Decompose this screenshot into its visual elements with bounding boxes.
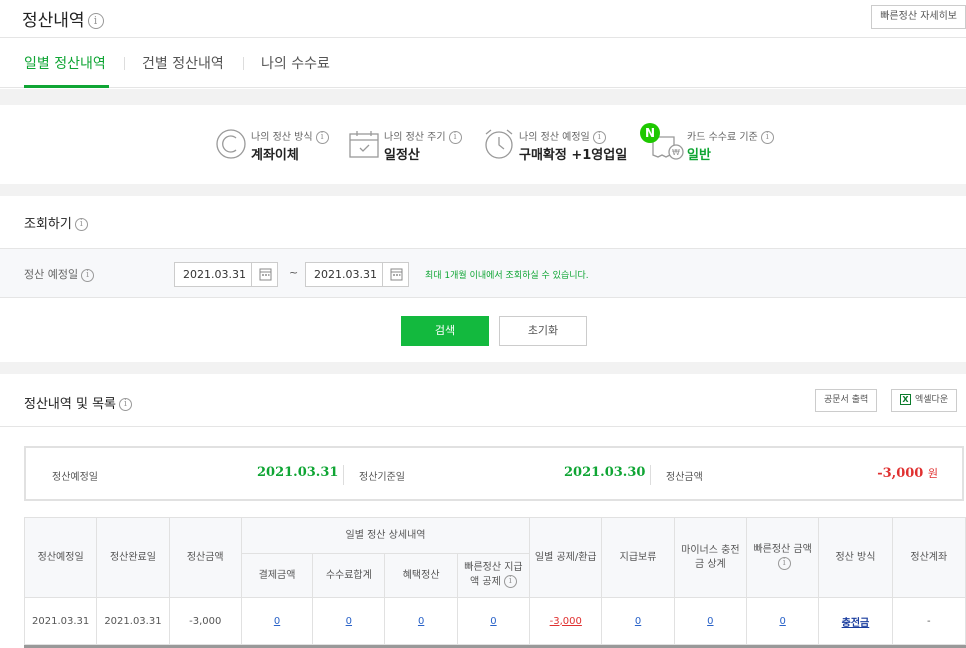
col-method: 정산 방식 [818, 517, 893, 598]
search-section-title: 조회하기 i [24, 213, 88, 232]
tab-bar: 일별 정산내역 건별 정산내역 나의 수수료 [0, 38, 966, 88]
info-icon[interactable]: i [777, 557, 791, 571]
tab-divider [243, 57, 244, 70]
cell-hold-link[interactable]: 0 [635, 616, 641, 627]
base-date-value: 2021.03.30 [564, 465, 646, 480]
col-daily-deduct: 일별 공제/환급 [529, 517, 603, 598]
settlement-table: 정산예정일 정산완료일 정산금액 일별 정산 상세내역 일별 공제/환급 지급보… [23, 517, 966, 645]
cell-account: - [891, 597, 966, 645]
cell-method-link[interactable]: 충전금 [842, 618, 870, 629]
calendar-icon [259, 268, 272, 281]
base-date-label: 정산기준일 [359, 472, 405, 483]
excel-download-button[interactable]: X 엑셀다운 [891, 389, 958, 412]
date-filter-label: 정산 예정일 i [24, 266, 95, 282]
active-tab-indicator [24, 85, 109, 88]
new-badge: N [640, 123, 660, 143]
start-date-calendar-button[interactable] [251, 263, 277, 286]
total-amount: -3,000 원 [877, 466, 938, 481]
c-circle-icon [216, 129, 246, 159]
divider [0, 426, 966, 427]
date-filter-row: 정산 예정일 i 2021.03.31 ~ 2021.03.31 최대 1개월 이… [0, 248, 966, 298]
col-completed-date: 정산완료일 [96, 517, 170, 598]
scheduled-date-label: 정산예정일 [52, 472, 98, 483]
start-date-value: 2021.03.31 [183, 268, 246, 281]
settlement-schedule-label: 나의 정산 예정일 i [519, 128, 606, 144]
cell-quick-amount-link[interactable]: 0 [779, 616, 785, 627]
tab-my-fees[interactable]: 나의 수수료 [261, 53, 330, 73]
cell-quick-deduct-link[interactable]: 0 [490, 616, 496, 627]
excel-icon: X [900, 394, 911, 405]
clock-icon [485, 129, 513, 159]
cell-daily-deduct-link[interactable]: -3,000 [550, 616, 582, 627]
calendar-icon [349, 131, 379, 158]
page-header: 정산내역 i 빠른정산 자세히보 [0, 0, 966, 38]
cell-amount: -3,000 [168, 597, 242, 645]
info-icon[interactable]: i [503, 575, 517, 589]
amount-label: 정산금액 [666, 472, 703, 483]
col-amount: 정산금액 [168, 517, 242, 598]
svg-text:₩: ₩ [672, 148, 680, 157]
settlement-summary: 나의 정산 방식 i 계좌이체 나의 정산 주기 i 일정산 나의 정산 예정일 i … [0, 105, 966, 185]
col-quick-amount: 빠른정산 금액 i [745, 517, 820, 598]
quick-settlement-guide-button[interactable]: 빠른정산 자세히보 [871, 5, 966, 29]
divider [343, 465, 344, 485]
settlement-cycle-label: 나의 정산 주기 i [384, 128, 462, 144]
info-icon[interactable]: i [74, 218, 88, 231]
settlement-schedule-value: 구매확정 +1영업일 [519, 148, 628, 163]
page-title: 정산내역 i [22, 6, 104, 31]
scheduled-date-value: 2021.03.31 [257, 465, 339, 480]
info-icon[interactable]: i [592, 130, 606, 144]
col-account: 정산계좌 [891, 517, 966, 598]
settlement-totals: 정산예정일 2021.03.31 정산기준일 2021.03.30 정산금액 -… [24, 446, 964, 501]
info-icon[interactable]: i [119, 398, 132, 411]
calendar-icon [390, 268, 403, 281]
col-minus-charge: 마이너스 충전금 상계 [673, 517, 748, 598]
divider [650, 465, 651, 485]
start-date-field[interactable]: 2021.03.31 [174, 262, 278, 287]
col-quick-deduct: 빠른정산 지급액 공제 i [456, 553, 531, 598]
info-icon[interactable]: i [87, 13, 104, 29]
settlement-method-label: 나의 정산 방식 i [251, 128, 329, 144]
tab-daily-settlement[interactable]: 일별 정산내역 [24, 53, 106, 73]
col-hold: 지급보류 [601, 517, 675, 598]
cell-fee-total-link[interactable]: 0 [346, 616, 352, 627]
settlement-cycle-value: 일정산 [384, 148, 420, 163]
section-divider [0, 362, 966, 374]
date-range-hint: 최대 1개월 이내에서 조회하실 수 있습니다. [425, 271, 589, 281]
cell-completed-date: 2021.03.31 [96, 597, 170, 645]
col-payment: 결제금액 [240, 553, 314, 598]
search-button[interactable]: 검색 [401, 316, 489, 346]
end-date-field[interactable]: 2021.03.31 [305, 262, 409, 287]
cell-payment-link[interactable]: 0 [274, 616, 280, 627]
cell-benefit-link[interactable]: 0 [418, 616, 424, 627]
info-icon[interactable]: i [315, 130, 329, 144]
settlement-method-value: 계좌이체 [251, 148, 299, 163]
list-section-title: 정산내역 및 목록 i [24, 393, 132, 412]
reset-button[interactable]: 초기화 [499, 316, 587, 346]
info-icon[interactable]: i [448, 130, 462, 144]
official-document-print-button[interactable]: 공문서 출력 [815, 389, 878, 412]
col-scheduled-date: 정산예정일 [23, 517, 98, 598]
cell-minus-charge-link[interactable]: 0 [707, 616, 713, 627]
card-fee-label: 카드 수수료 기준 i [687, 128, 774, 144]
tab-itemized-settlement[interactable]: 건별 정산내역 [142, 53, 224, 73]
date-range-separator: ~ [289, 266, 299, 279]
card-fee-value: 일반 [687, 148, 711, 163]
tab-divider [124, 57, 125, 70]
cell-scheduled-date: 2021.03.31 [23, 597, 98, 645]
section-divider [0, 89, 966, 105]
info-icon[interactable]: i [760, 130, 774, 144]
col-benefit: 혜택정산 [384, 553, 458, 598]
col-group-daily-detail: 일별 정산 상세내역 [240, 517, 531, 554]
end-date-value: 2021.03.31 [314, 268, 377, 281]
section-divider [0, 184, 966, 196]
end-date-calendar-button[interactable] [382, 263, 408, 286]
table-row: 2021.03.31 2021.03.31 -3,000 0 0 0 0 -3,… [23, 597, 966, 645]
col-fee-total: 수수료합계 [312, 553, 386, 598]
info-icon[interactable]: i [81, 268, 95, 282]
